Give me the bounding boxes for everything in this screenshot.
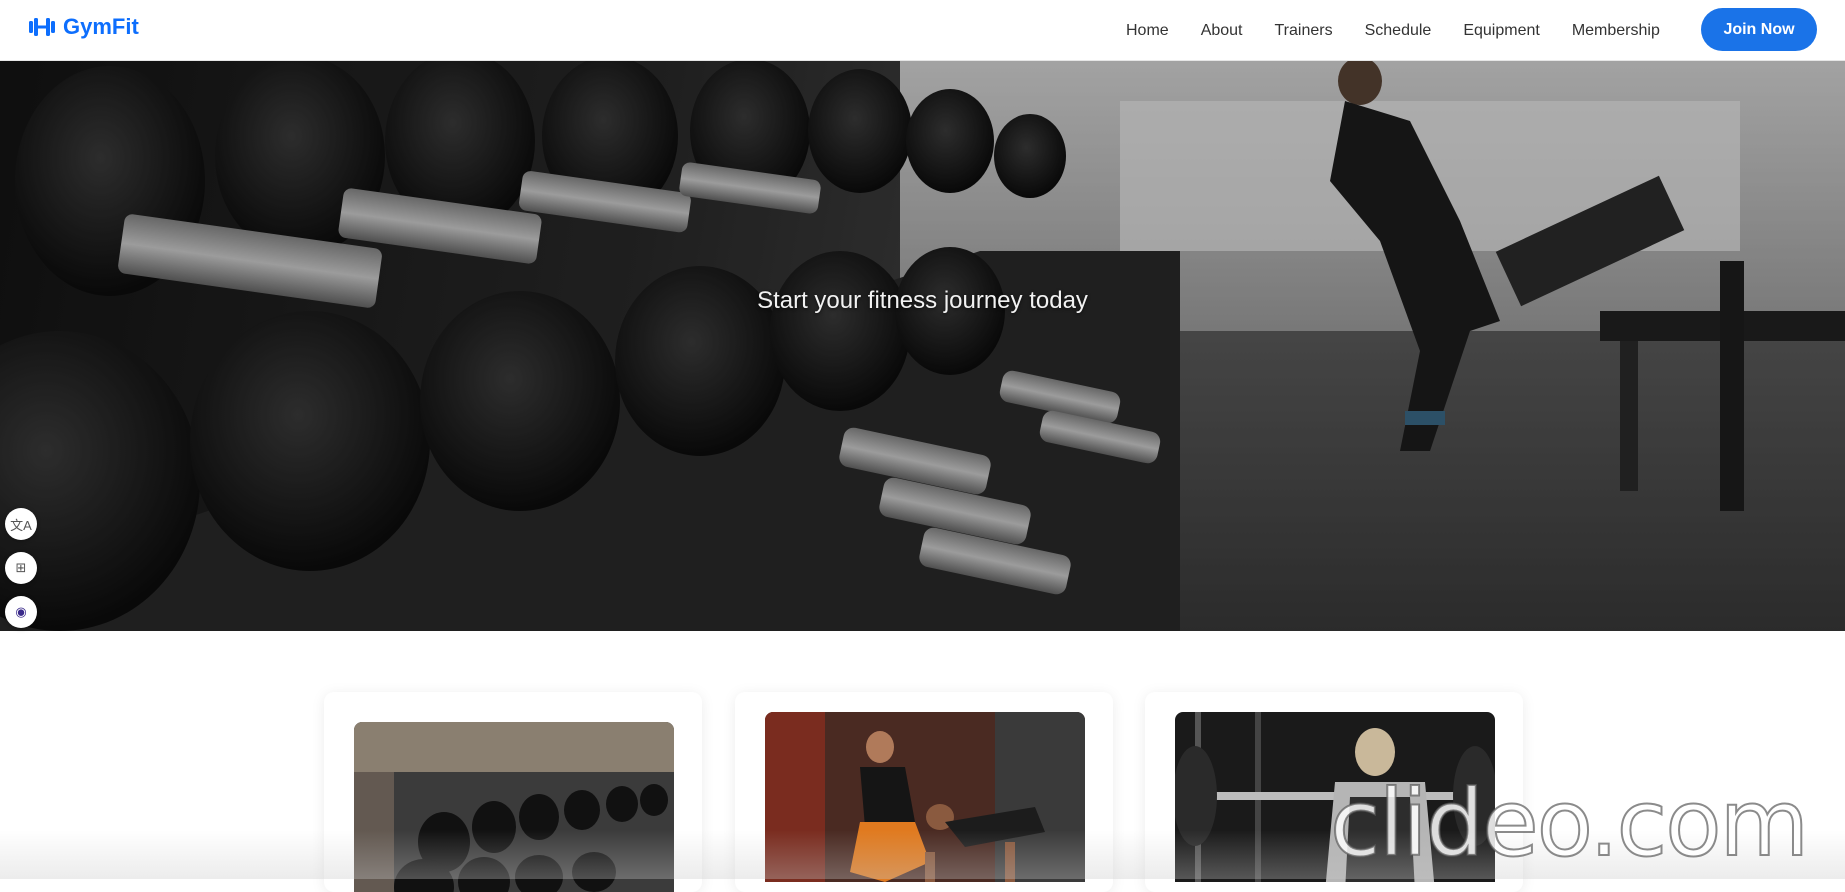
nav-trainers[interactable]: Trainers: [1259, 22, 1349, 40]
navbar: GymFit Home About Trainers Schedule Equi…: [0, 0, 1845, 61]
join-now-button[interactable]: Join Now: [1701, 8, 1817, 51]
feature-card-3[interactable]: [1145, 692, 1523, 892]
dumbbell-icon: [28, 16, 56, 38]
nav-schedule[interactable]: Schedule: [1349, 22, 1448, 40]
nav-home[interactable]: Home: [1110, 22, 1185, 40]
nav-membership[interactable]: Membership: [1556, 22, 1676, 40]
feature-card-2[interactable]: [735, 692, 1113, 892]
nav-equipment[interactable]: Equipment: [1447, 22, 1556, 40]
hero-overlay: [0, 61, 1845, 631]
feature-card-1[interactable]: [324, 692, 702, 892]
apps-grid-icon[interactable]: ⊞: [5, 552, 37, 584]
card-image-trainer: [765, 712, 1085, 882]
assistant-bot-icon[interactable]: ◉: [5, 596, 37, 628]
hero-tagline: Start your fitness journey today: [757, 287, 1088, 314]
nav-links: Home About Trainers Schedule Equipment M…: [1110, 0, 1676, 61]
brand-logo[interactable]: GymFit: [28, 14, 139, 40]
hero-banner: Start your fitness journey today: [0, 61, 1845, 631]
nav-about[interactable]: About: [1185, 22, 1259, 40]
card-image-dumbbells: [354, 722, 674, 892]
brand-name: GymFit: [63, 14, 139, 39]
translate-icon[interactable]: 文A: [5, 508, 37, 540]
card-image-barbell: [1175, 712, 1495, 882]
